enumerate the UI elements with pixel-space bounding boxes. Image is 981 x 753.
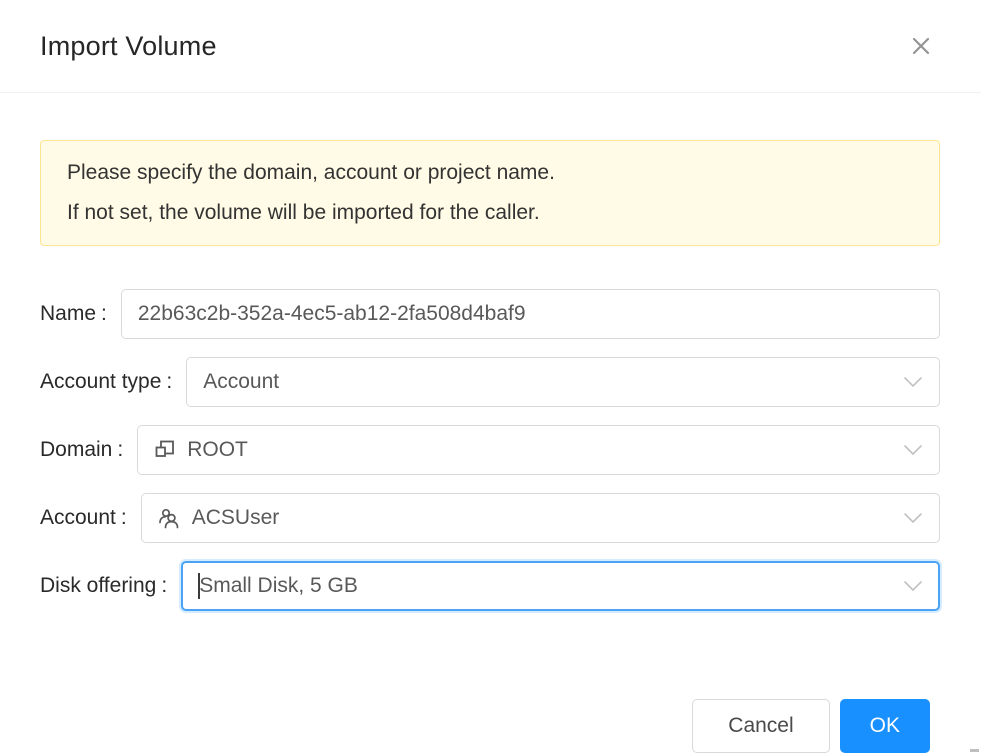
modal-body: Please specify the domain, account or pr… [0,93,981,673]
form-row-domain: Domain : ROOT [40,425,940,475]
label-colon: : [166,370,172,394]
disk-offering-label: Disk offering : [40,574,181,598]
name-input[interactable] [121,289,940,339]
modal-title: Import Volume [40,31,217,62]
modal-footer: Cancel OK [0,673,981,753]
form-row-account-type: Account type : Account [40,357,940,407]
ok-button[interactable]: OK [840,699,930,753]
team-icon [158,507,181,529]
chevron-down-icon [903,580,923,593]
alert-message-line1: Please specify the domain, account or pr… [67,153,913,193]
chevron-down-icon [903,512,923,525]
account-type-select[interactable]: Account [186,357,940,407]
block-icon [154,439,176,461]
domain-select[interactable]: ROOT [137,425,940,475]
chevron-down-icon [903,376,923,389]
account-type-label-text: Account type [40,370,161,394]
form-row-disk-offering: Disk offering : Small Disk, 5 GB [40,561,940,611]
domain-label: Domain : [40,438,137,462]
alert-message-line2: If not set, the volume will be imported … [67,193,913,233]
account-type-select-value: Account [203,370,893,394]
domain-select-value: ROOT [187,438,893,462]
label-colon: : [161,574,167,598]
label-colon: : [121,506,127,530]
account-select-value: ACSUser [192,506,893,530]
warning-alert: Please specify the domain, account or pr… [40,140,940,246]
import-volume-modal: Import Volume Please specify the domain,… [0,0,981,753]
account-label-text: Account [40,506,116,530]
account-label: Account : [40,506,141,530]
domain-label-text: Domain [40,438,112,462]
chevron-down-icon [903,444,923,457]
form-row-name: Name : [40,289,940,339]
close-icon [909,34,933,58]
form-row-account: Account : ACSUser [40,493,940,543]
close-button[interactable] [899,24,943,68]
label-colon: : [101,302,107,326]
account-select[interactable]: ACSUser [141,493,940,543]
name-label: Name : [40,302,121,326]
disk-offering-select-value: Small Disk, 5 GB [199,574,893,598]
modal-header: Import Volume [0,0,981,93]
label-colon: : [117,438,123,462]
resize-corner-mark [970,749,979,752]
disk-offering-select[interactable]: Small Disk, 5 GB [181,561,940,611]
disk-offering-label-text: Disk offering [40,574,156,598]
name-label-text: Name [40,302,96,326]
account-type-label: Account type : [40,370,186,394]
cancel-button[interactable]: Cancel [692,699,829,753]
